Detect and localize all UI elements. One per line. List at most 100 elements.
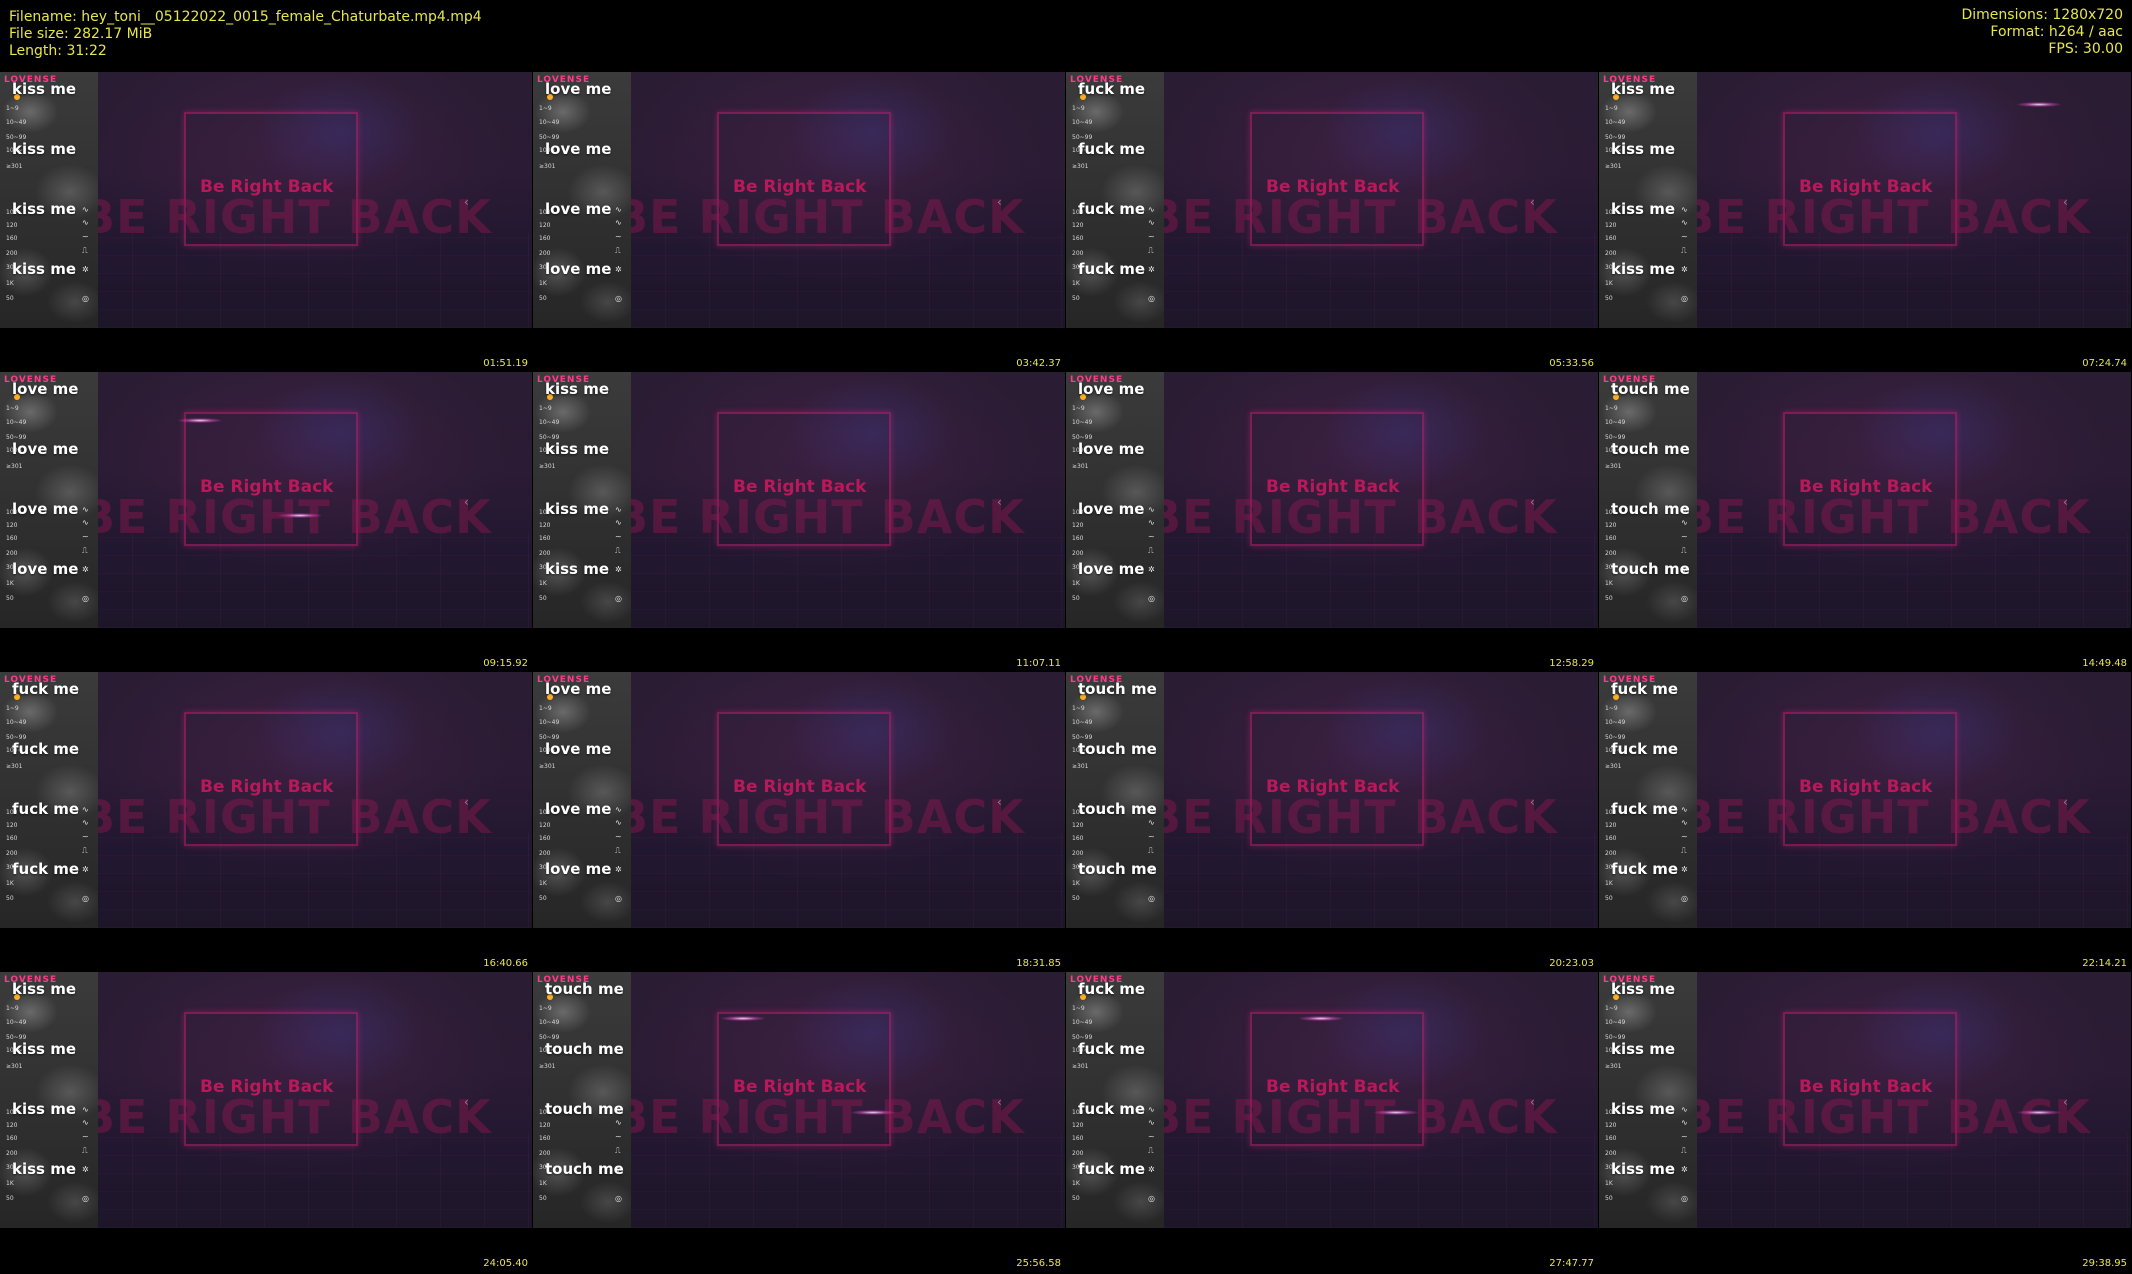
tip-level-label: 1~9: [539, 105, 552, 112]
tip-level-label: 120: [6, 522, 18, 529]
thumbnail[interactable]: BE RIGHT BACK Be Right Back ‹ LOVENSE 1~9 10~…: [0, 672, 532, 972]
tip-level-label: 160: [1605, 835, 1617, 842]
thumbnail[interactable]: BE RIGHT BACK Be Right Back ‹ LOVENSE 1~9 10~…: [0, 72, 532, 372]
pattern-icon: ∿: [615, 205, 622, 214]
tip-level-label: 10~49: [1605, 419, 1626, 426]
tip-menu-phrase: kiss me: [1611, 980, 1675, 998]
thumbnail[interactable]: BE RIGHT BACK Be Right Back ‹ LOVENSE 1~9 10~…: [533, 972, 1065, 1272]
tip-menu-phrase: love me: [545, 740, 612, 758]
format-label: Format: h264 / aac: [1990, 24, 2123, 40]
pattern-icon: ∿: [1148, 1105, 1155, 1114]
thumbnail-timestamp: 16:40.66: [483, 958, 528, 969]
tip-level-label: ≥301: [1605, 463, 1622, 470]
thumbnail[interactable]: BE RIGHT BACK Be Right Back ‹ LOVENSE 1~9 10~…: [1599, 972, 2131, 1272]
tip-level-label: 50: [1072, 295, 1080, 302]
tip-level-label: 10~49: [6, 1019, 27, 1026]
brb-title: Be Right Back: [200, 777, 334, 797]
tip-level-label: 10~49: [1072, 419, 1093, 426]
chevron-left-icon: ‹: [997, 195, 1002, 209]
tip-level-label: 160: [539, 235, 551, 242]
tip-menu-panel: LOVENSE 1~9 10~49 50~99 100~ ≥301 100 120 160 200…: [1066, 972, 1164, 1228]
tip-level-label: 50: [1605, 595, 1613, 602]
pattern-icon: ∿: [1681, 518, 1688, 527]
tip-menu-phrase: fuck me: [1078, 260, 1146, 278]
tip-level-label: 1K: [539, 880, 547, 887]
thumbnail[interactable]: BE RIGHT BACK Be Right Back ‹ LOVENSE 1~9 10~…: [1066, 972, 1598, 1272]
tip-level-label: 120: [6, 1122, 18, 1129]
filesize-label: File size: 282.17 MiB: [9, 26, 153, 42]
video-frame: BE RIGHT BACK Be Right Back ‹ LOVENSE 1~9 10~…: [0, 672, 532, 928]
tip-menu-panel: LOVENSE 1~9 10~49 50~99 100~ ≥301 100 120 160 200…: [533, 372, 631, 628]
chevron-left-icon: ‹: [2063, 195, 2068, 209]
tip-menu-phrase: fuck me: [1078, 1040, 1146, 1058]
tip-level-label: 200: [1072, 550, 1084, 557]
pattern-icon: ✲: [1681, 1165, 1688, 1174]
thumbnail-timestamp: 25:56.58: [1016, 1258, 1061, 1269]
pattern-icon: ~: [1681, 832, 1688, 841]
pattern-icon: ⎍: [1681, 1146, 1687, 1155]
tip-level-label: 120: [1072, 522, 1084, 529]
chevron-left-icon: ‹: [997, 1095, 1002, 1109]
tip-menu-phrase: kiss me: [1611, 1040, 1675, 1058]
thumbnail[interactable]: BE RIGHT BACK Be Right Back ‹ LOVENSE 1~9 10~…: [1066, 672, 1598, 972]
pattern-icon: ◎: [1681, 894, 1688, 903]
video-frame: BE RIGHT BACK Be Right Back ‹ LOVENSE 1~9 10~…: [533, 72, 1065, 328]
tip-level-label: 120: [6, 222, 18, 229]
tip-level-label: ≥301: [539, 1063, 556, 1070]
chevron-left-icon: ‹: [2063, 795, 2068, 809]
tip-level-label: 50: [539, 895, 547, 902]
pattern-icon: ~: [1681, 232, 1688, 241]
thumbnail[interactable]: BE RIGHT BACK Be Right Back ‹ LOVENSE 1~9 10~…: [1066, 372, 1598, 672]
tip-menu-panel: LOVENSE 1~9 10~49 50~99 100~ ≥301 100 120 160 200…: [0, 972, 98, 1228]
tip-level-label: 50: [6, 1195, 14, 1202]
thumbnail[interactable]: BE RIGHT BACK Be Right Back ‹ LOVENSE 1~9 10~…: [0, 372, 532, 672]
tip-menu-phrase: kiss me: [1611, 260, 1675, 278]
file-info-left: Filename: hey_toni__05122022_0015_female…: [9, 9, 482, 60]
tip-level-label: ≥301: [6, 163, 23, 170]
tip-menu-phrase: fuck me: [1611, 860, 1679, 878]
tip-level-label: 1K: [1605, 580, 1613, 587]
tip-menu-panel: LOVENSE 1~9 10~49 50~99 100~ ≥301 100 120 160 200…: [533, 72, 631, 328]
pattern-icon: ∿: [1148, 205, 1155, 214]
thumbnail[interactable]: BE RIGHT BACK Be Right Back ‹ LOVENSE 1~9 10~…: [533, 672, 1065, 972]
tip-level-label: ≥301: [539, 463, 556, 470]
video-frame: BE RIGHT BACK Be Right Back ‹ LOVENSE 1~9 10~…: [1599, 972, 2131, 1228]
thumbnail[interactable]: BE RIGHT BACK Be Right Back ‹ LOVENSE 1~9 10~…: [0, 972, 532, 1272]
thumbnail[interactable]: BE RIGHT BACK Be Right Back ‹ LOVENSE 1~9 10~…: [1066, 72, 1598, 372]
tip-menu-panel: LOVENSE 1~9 10~49 50~99 100~ ≥301 100 120 160 200…: [1066, 72, 1164, 328]
file-info-right: Dimensions: 1280x720 Format: h264 / aac …: [1961, 7, 2123, 58]
pattern-icon: ∿: [82, 205, 89, 214]
thumbnail[interactable]: BE RIGHT BACK Be Right Back ‹ LOVENSE 1~9 10~…: [1599, 372, 2131, 672]
tip-level-label: 160: [1072, 535, 1084, 542]
pattern-icon: ✲: [1148, 1165, 1155, 1174]
pattern-icon: ~: [82, 232, 89, 241]
tip-level-label: ≥301: [1605, 1063, 1622, 1070]
thumbnail-timestamp: 09:15.92: [483, 658, 528, 669]
tip-level-label: 50: [539, 295, 547, 302]
thumbnail-timestamp: 01:51.19: [483, 358, 528, 369]
thumbnail[interactable]: BE RIGHT BACK Be Right Back ‹ LOVENSE 1~9 10~…: [1599, 72, 2131, 372]
thumbnail[interactable]: BE RIGHT BACK Be Right Back ‹ LOVENSE 1~9 10~…: [1599, 672, 2131, 972]
pattern-icon: ⎍: [1681, 546, 1687, 555]
pattern-icon: ~: [1681, 1132, 1688, 1141]
pattern-icon: ⎍: [82, 546, 88, 555]
tip-level-label: 50: [1072, 1195, 1080, 1202]
tip-level-label: 200: [1605, 250, 1617, 257]
thumbnail[interactable]: BE RIGHT BACK Be Right Back ‹ LOVENSE 1~9 10~…: [533, 72, 1065, 372]
tip-menu-phrase: fuck me: [1078, 980, 1146, 998]
pattern-icon: ∿: [615, 505, 622, 514]
tip-level-label: ≥301: [6, 463, 23, 470]
pattern-icon: ◎: [1148, 594, 1155, 603]
pattern-icon: ∿: [615, 1118, 622, 1127]
pattern-icon: ✲: [82, 565, 89, 574]
pattern-icon: ✲: [615, 565, 622, 574]
tip-menu-phrase: fuck me: [12, 860, 80, 878]
tip-level-label: 1~9: [1605, 705, 1618, 712]
tip-level-label: 10~49: [1605, 719, 1626, 726]
tip-level-label: 120: [1605, 1122, 1617, 1129]
light-flare: [721, 1016, 765, 1021]
tip-menu-phrase: touch me: [545, 1040, 624, 1058]
thumbnail[interactable]: BE RIGHT BACK Be Right Back ‹ LOVENSE 1~9 10~…: [533, 372, 1065, 672]
chevron-left-icon: ‹: [464, 795, 469, 809]
tip-level-label: 1~9: [6, 705, 19, 712]
